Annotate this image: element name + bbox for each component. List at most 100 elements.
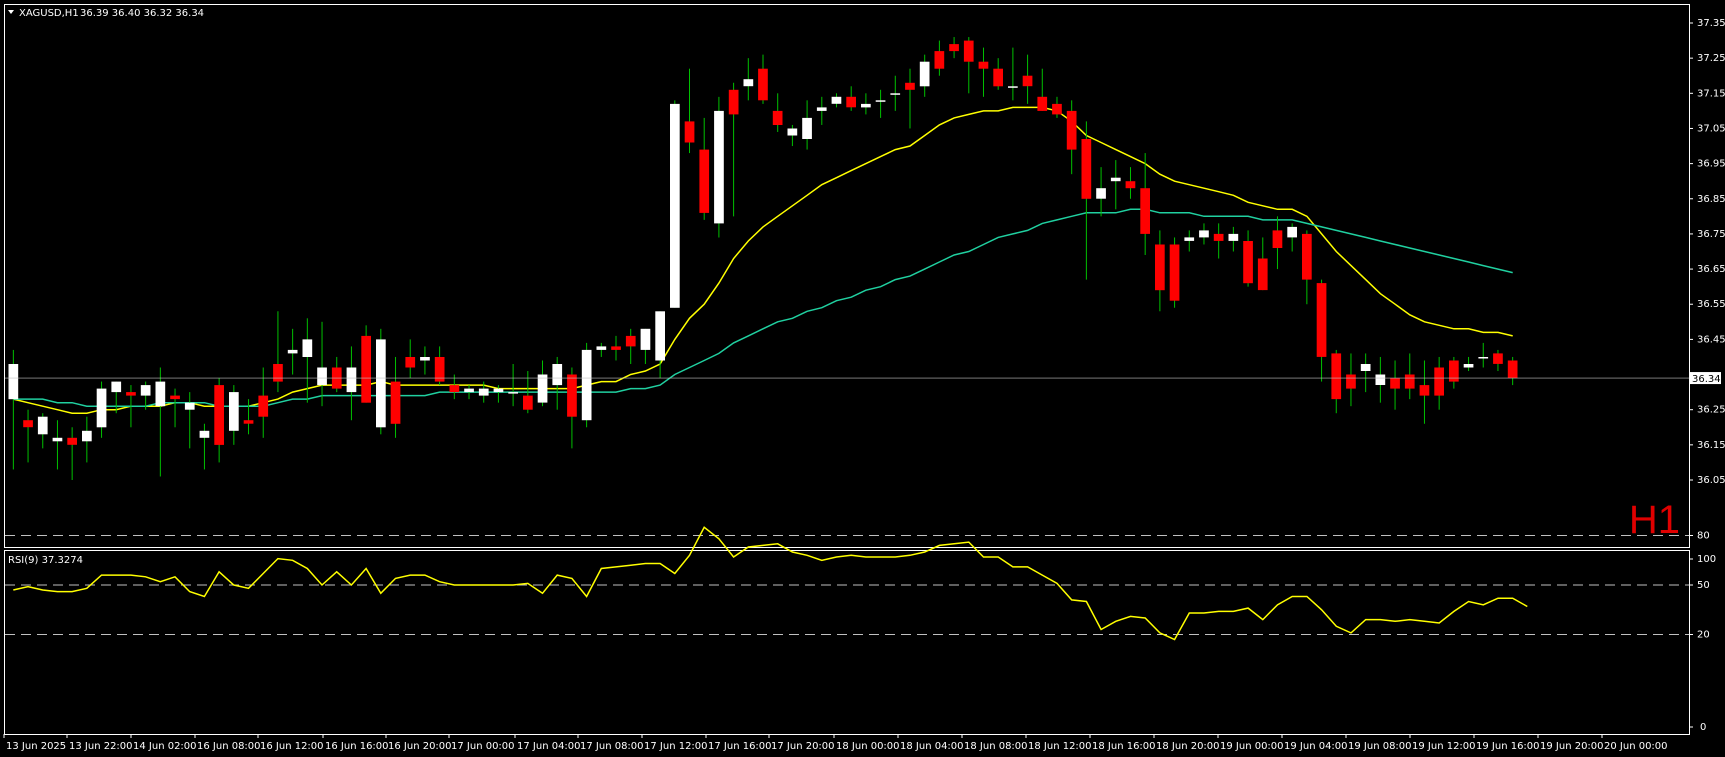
rsi-tick-label: 20 <box>1697 630 1710 641</box>
bear-candle <box>1037 96 1048 111</box>
bear-candle <box>1493 353 1503 364</box>
bear-candle <box>846 96 856 108</box>
time-tick-label: 18 Jun 12:00 <box>1028 741 1092 752</box>
time-tick-label: 17 Jun 08:00 <box>580 741 644 752</box>
bull-candle <box>919 61 930 87</box>
rsi-tick-label: 50 <box>1697 580 1710 591</box>
price-tick-label: 36.45 <box>1697 334 1725 345</box>
bear-candle <box>273 364 283 382</box>
rsi-tick-label: 100 <box>1697 554 1716 565</box>
time-tick-label: 17 Jun 04:00 <box>517 741 581 752</box>
bull-candle <box>37 416 48 435</box>
bull-candle <box>861 103 871 108</box>
bull-candle <box>816 107 827 111</box>
bull-candle <box>581 349 592 421</box>
bull-candle <box>1096 188 1106 199</box>
bear-candle <box>1404 374 1415 389</box>
bear-candle <box>361 335 371 403</box>
bear-candle <box>963 40 974 62</box>
bear-candle <box>1125 181 1136 189</box>
time-tick-label: 18 Jun 16:00 <box>1092 741 1156 752</box>
bear-candle <box>1272 230 1283 248</box>
bear-candle <box>1081 139 1092 199</box>
time-tick-label: 18 Jun 00:00 <box>836 741 900 752</box>
bear-candle <box>1155 244 1165 291</box>
time-tick-label: 18 Jun 20:00 <box>1156 741 1220 752</box>
bear-candle <box>934 51 945 69</box>
bear-candle <box>684 121 695 143</box>
bull-candle <box>140 385 151 396</box>
bull-candle <box>875 100 886 102</box>
bull-candle <box>111 381 122 393</box>
bull-candle <box>184 402 195 410</box>
bull-candle <box>831 96 842 104</box>
time-tick-label: 19 Jun 16:00 <box>1476 741 1540 752</box>
bull-candle <box>655 311 665 361</box>
bear-candle <box>1257 258 1268 291</box>
rsi-tick-label: 80 <box>1697 531 1710 542</box>
bear-candle <box>214 385 224 445</box>
price-tick-label: 36.15 <box>1697 440 1725 451</box>
bear-candle <box>567 374 577 417</box>
bull-candle <box>96 388 107 428</box>
bull-candle <box>317 367 327 386</box>
bull-candle <box>552 364 563 386</box>
bull-candle <box>346 367 357 393</box>
bull-candle <box>714 110 724 224</box>
bull-candle <box>787 128 798 136</box>
bear-candle <box>1316 283 1327 357</box>
bear-candle <box>611 346 621 350</box>
bear-candle <box>1507 360 1518 379</box>
time-tick-label: 14 Jun 02:00 <box>133 741 197 752</box>
bull-candle <box>493 388 504 393</box>
bear-candle <box>949 44 959 52</box>
time-tick-label: 16 Jun 16:00 <box>325 741 389 752</box>
bull-candle <box>420 357 430 361</box>
bear-candle <box>1243 241 1253 284</box>
bear-candle <box>1140 188 1150 234</box>
bear-candle <box>1022 75 1033 87</box>
time-tick-label: 19 Jun 04:00 <box>1284 741 1348 752</box>
bear-candle <box>390 381 401 424</box>
bear-candle <box>1302 233 1312 280</box>
bear-candle <box>67 437 77 445</box>
bull-candle <box>1228 233 1239 241</box>
bear-candle <box>23 420 33 428</box>
bear-candle <box>1331 353 1342 400</box>
bear-candle <box>1449 360 1459 382</box>
time-tick-label: 19 Jun 20:00 <box>1540 741 1604 752</box>
bull-candle <box>802 117 812 139</box>
bull-candle <box>478 388 489 396</box>
time-tick-label: 19 Jun 00:00 <box>1220 741 1284 752</box>
rsi-header: RSI(9) 37.3274 <box>8 555 83 566</box>
bear-candle <box>993 68 1003 87</box>
price-tick-label: 36.85 <box>1697 194 1725 205</box>
price-tick-label: 37.35 <box>1697 18 1725 29</box>
bear-candle <box>1066 110 1077 150</box>
bear-candle <box>728 89 739 115</box>
price-tick-label: 36.75 <box>1697 229 1725 240</box>
price-tick-label: 36.95 <box>1697 159 1725 170</box>
bull-candle <box>52 437 63 442</box>
time-tick-label: 17 Jun 16:00 <box>708 741 772 752</box>
bear-candle <box>1419 385 1430 396</box>
bull-candle <box>743 79 754 87</box>
price-chart[interactable]: 37.35 37.25 37.15 37.05 36.95 36.85 36.75 36.65… <box>0 0 1725 757</box>
bull-candle <box>1478 357 1489 359</box>
bull-candle <box>1184 237 1195 241</box>
bear-candle <box>699 149 710 213</box>
time-tick-label: 20 Jun 00:00 <box>1604 741 1668 752</box>
bull-candle <box>508 392 518 394</box>
bear-candle <box>1169 244 1180 301</box>
bear-candle <box>523 395 533 410</box>
bear-candle <box>1434 367 1444 396</box>
time-tick-label: 16 Jun 12:00 <box>260 741 324 752</box>
price-tick-label: 37.05 <box>1697 123 1725 134</box>
bull-candle <box>1199 230 1209 238</box>
bull-candle <box>1375 374 1386 385</box>
bull-candle <box>199 430 210 438</box>
time-tick-label: 16 Jun 08:00 <box>197 741 261 752</box>
time-tick-label: 17 Jun 00:00 <box>451 741 515 752</box>
bear-candle <box>1390 378 1400 389</box>
bull-candle <box>537 374 548 403</box>
